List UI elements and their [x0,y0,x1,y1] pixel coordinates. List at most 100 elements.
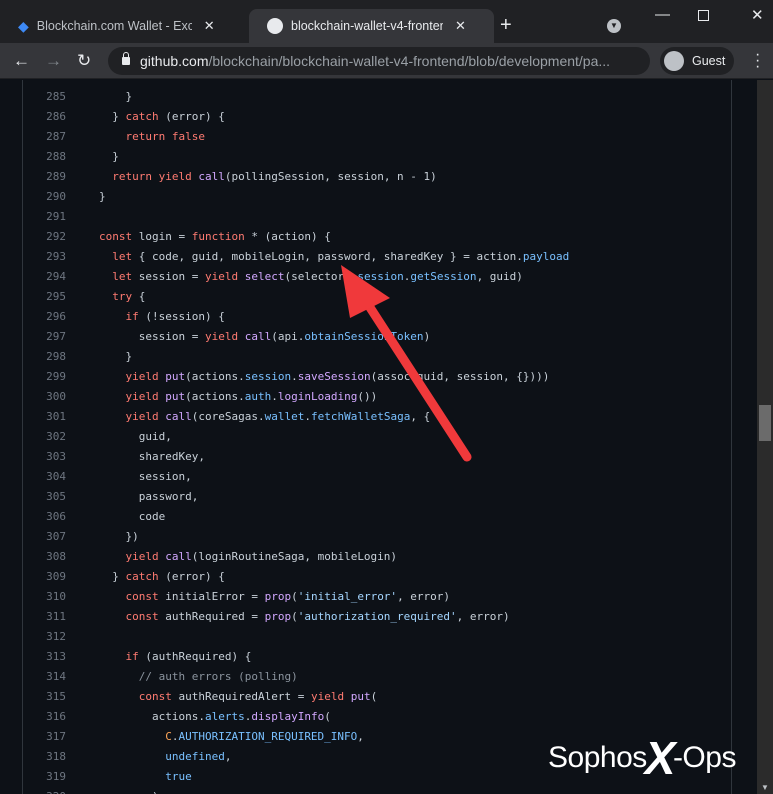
code-token: . [304,410,311,423]
tab-blockchain-wallet[interactable]: ◆ Blockchain.com Wallet - Exchange ✕ [0,9,248,43]
line-number[interactable]: 287 [23,127,66,147]
code-token: yield [204,270,239,283]
line-number[interactable]: 319 [23,767,66,787]
line-number[interactable]: 297 [23,327,66,347]
line-number[interactable]: 288 [23,147,66,167]
reload-button[interactable]: ↻ [77,51,91,71]
code-token: prop [264,590,292,603]
back-button[interactable]: ← [13,51,30,71]
line-number[interactable]: 295 [23,287,66,307]
tab-github[interactable]: blockchain-wallet-v4-frontend/sagas ✕ [249,9,494,43]
line-number[interactable]: 284 [23,80,66,87]
line-number[interactable]: 292 [23,227,66,247]
line-number[interactable]: 305 [23,487,66,507]
code-token: const [125,590,159,603]
code-token: yield [204,330,239,343]
code-token: return [112,170,152,183]
code-text: const authRequired = prop('authorization… [99,607,510,627]
forward-button[interactable]: → [45,51,62,71]
code-text: } [99,147,119,167]
code-line: 295 try { [23,287,569,307]
code-token: undefined [165,750,225,763]
code-line: 288 } [23,147,569,167]
tab-search-icon[interactable]: ▼ [607,19,621,33]
code-token: password, [99,490,199,503]
browser-toolbar: ← → ↻ github.com /blockchain/blockchain-… [0,43,773,79]
line-number[interactable]: 317 [23,727,66,747]
close-window-button[interactable]: ✕ [751,6,764,24]
lock-icon [122,52,130,65]
line-number[interactable]: 294 [23,267,66,287]
line-number[interactable]: 290 [23,187,66,207]
scroll-down-icon[interactable]: ▼ [761,783,769,792]
line-number[interactable]: 318 [23,747,66,767]
code-token: session = [99,330,205,343]
line-number[interactable]: 291 [23,207,66,227]
line-number[interactable]: 313 [23,647,66,667]
address-bar[interactable]: github.com /blockchain/blockchain-wallet… [108,47,650,75]
code-text: yield call(coreSagas.wallet.fetchWalletS… [99,407,431,427]
line-number[interactable]: 311 [23,607,66,627]
minimize-button[interactable]: — [655,6,670,23]
code-token: ()) [357,390,378,403]
code-token: (assoc(guid, session, {}))) [370,370,550,383]
line-number[interactable]: 304 [23,467,66,487]
line-number[interactable]: 286 [23,107,66,127]
code-text: yield call(loginRoutineSaga, mobileLogin… [99,547,398,567]
code-token: (error) { [158,110,225,123]
code-token: yield [125,410,159,423]
line-number[interactable]: 300 [23,387,66,407]
line-number[interactable]: 289 [23,167,66,187]
line-number[interactable]: 301 [23,407,66,427]
more-menu-icon[interactable]: · · · [755,47,760,75]
new-tab-button[interactable]: + [500,14,512,37]
code-line: 308 yield call(loginRoutineSaga, mobileL… [23,547,569,567]
code-token: yield [125,390,159,403]
code-text: true [99,767,192,787]
code-token: alerts [204,710,245,723]
code-viewer: 284 return true285 }286 } catch (error) … [22,80,732,794]
code-line: 298 } [23,347,569,367]
line-number[interactable]: 310 [23,587,66,607]
close-tab-icon[interactable]: ✕ [455,18,466,34]
profile-button[interactable]: Guest [660,47,734,75]
code-token: yield [310,690,345,703]
code-token: } [99,150,119,163]
close-tab-icon[interactable]: ✕ [204,18,215,34]
code-token: call [165,550,192,563]
code-token: initialError = [158,590,265,603]
line-number[interactable]: 309 [23,567,66,587]
code-text: undefined, [99,747,231,767]
line-number[interactable]: 315 [23,687,66,707]
line-number[interactable]: 302 [23,427,66,447]
maximize-button[interactable] [698,10,709,21]
line-number[interactable]: 298 [23,347,66,367]
line-number[interactable]: 306 [23,507,66,527]
line-number[interactable]: 296 [23,307,66,327]
scrollbar-thumb[interactable] [759,405,771,441]
code-text: actions.alerts.displayInfo( [99,707,331,727]
line-number[interactable]: 314 [23,667,66,687]
line-number[interactable]: 320 [23,787,66,794]
code-token: 'authorization_required' [297,610,457,623]
line-number[interactable]: 316 [23,707,66,727]
line-number[interactable]: 293 [23,247,66,267]
tab-title: blockchain-wallet-v4-frontend/sagas [291,19,443,33]
line-number[interactable]: 312 [23,627,66,647]
code-token: } [99,90,133,103]
code-line: 316 actions.alerts.displayInfo( [23,707,569,727]
code-token: yield [125,370,159,383]
line-number[interactable]: 299 [23,367,66,387]
line-number[interactable]: 308 [23,547,66,567]
scrollbar[interactable]: ▼ [757,80,773,794]
line-number[interactable]: 285 [23,87,66,107]
code-line: 301 yield call(coreSagas.wallet.fetchWal… [23,407,569,427]
line-number[interactable]: 303 [23,447,66,467]
code-token: ( [291,590,298,603]
line-number[interactable]: 307 [23,527,66,547]
